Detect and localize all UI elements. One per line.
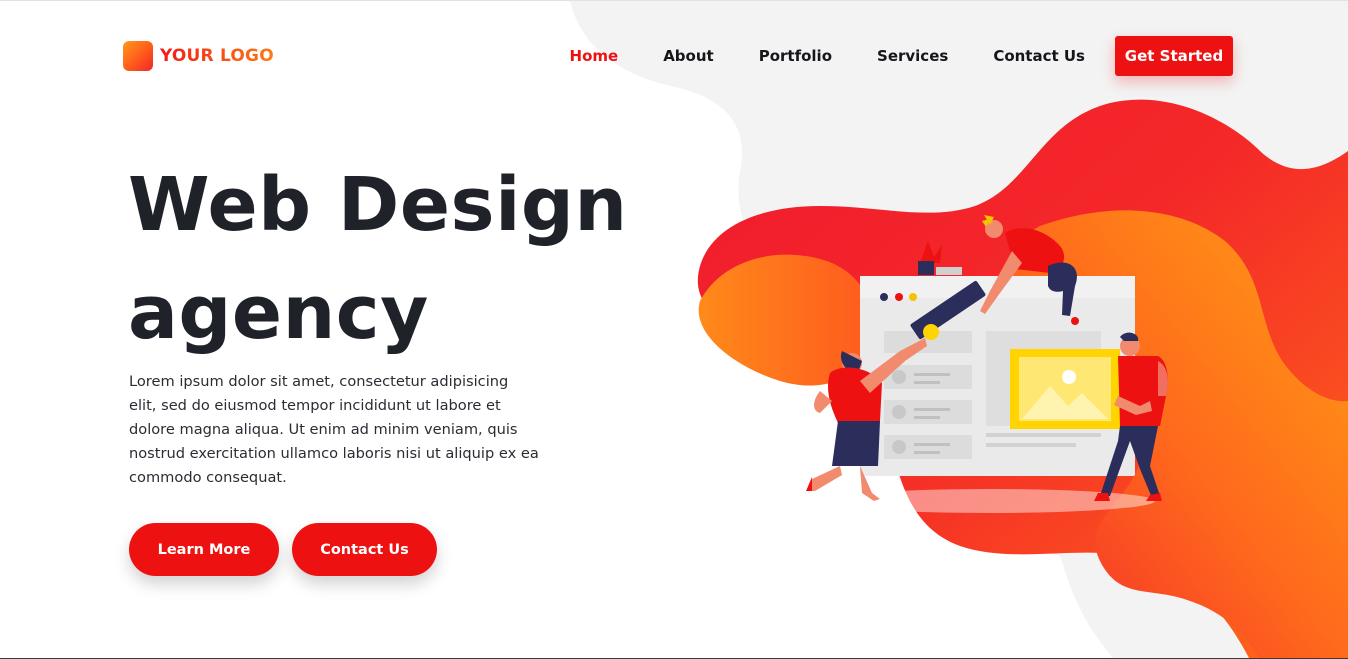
nav-link-home[interactable]: Home: [570, 47, 619, 65]
nav-link-portfolio[interactable]: Portfolio: [759, 47, 832, 65]
nav-link-services[interactable]: Services: [877, 47, 948, 65]
hero-description: Lorem ipsum dolor sit amet, consectetur …: [129, 373, 539, 486]
image-card-illustration: [1010, 349, 1120, 429]
get-started-button[interactable]: Get Started: [1115, 36, 1233, 76]
contact-us-button[interactable]: Contact Us: [292, 523, 437, 576]
main-navigation: Home About Portfolio Services Contact Us…: [570, 36, 1233, 76]
brand-logo[interactable]: YOUR LOGO: [123, 41, 274, 71]
nav-link-contact-us[interactable]: Contact Us: [993, 47, 1085, 65]
hero-actions: Learn More Contact Us: [129, 523, 437, 576]
nav-link-about[interactable]: About: [663, 47, 714, 65]
hero-title: Web Design agency: [128, 151, 628, 367]
logo-mark-icon: [123, 41, 153, 71]
hero-title-line-1: Web Design: [128, 162, 628, 248]
learn-more-button[interactable]: Learn More: [129, 523, 279, 576]
logo-text: YOUR LOGO: [160, 46, 274, 66]
landing-page: YOUR LOGO Home About Portfolio Services …: [0, 0, 1348, 659]
hero-title-line-2: agency: [128, 270, 429, 356]
